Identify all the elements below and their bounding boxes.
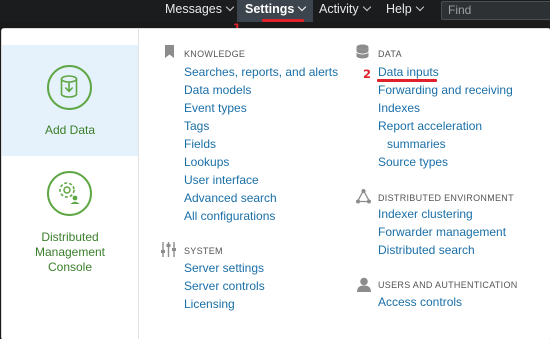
distributed-environment-heading: DISTRIBUTED ENVIRONMENT bbox=[378, 193, 514, 203]
knowledge-heading: KNOWLEDGE bbox=[184, 49, 246, 59]
settings-dropdown-panel: Add Data Distributed Management Console … bbox=[2, 29, 550, 339]
link-searches-reports-alerts[interactable]: Searches, reports, and alerts bbox=[184, 65, 338, 79]
link-forwarding-receiving[interactable]: Forwarding and receiving bbox=[378, 83, 513, 97]
bookmark-icon bbox=[165, 45, 174, 63]
distributed-management-console-tile[interactable]: Distributed Management Console bbox=[2, 156, 138, 296]
dmc-label-line-1: Distributed bbox=[41, 230, 99, 244]
database-icon bbox=[356, 44, 369, 64]
link-indexes[interactable]: Indexes bbox=[378, 101, 420, 115]
users-authentication-heading: USERS AND AUTHENTICATION bbox=[378, 280, 518, 290]
nav-settings-label: Settings bbox=[245, 2, 295, 16]
link-advanced-search[interactable]: Advanced search bbox=[184, 191, 277, 205]
dmc-label: Distributed Management Console bbox=[2, 230, 138, 275]
link-source-types[interactable]: Source types bbox=[378, 155, 448, 169]
step-2-annotation: 2 bbox=[363, 67, 372, 81]
find-placeholder: Find bbox=[448, 3, 472, 17]
link-report-acceleration-summaries[interactable]: summaries bbox=[387, 137, 446, 151]
link-all-configurations[interactable]: All configurations bbox=[184, 209, 275, 223]
find-input[interactable]: Find bbox=[441, 1, 550, 20]
chevron-down-icon bbox=[415, 2, 424, 12]
dmc-label-line-2: Management bbox=[34, 245, 106, 259]
nav-help-label: Help bbox=[386, 2, 412, 16]
link-data-models[interactable]: Data models bbox=[184, 83, 251, 97]
link-server-controls[interactable]: Server controls bbox=[184, 279, 265, 293]
link-distributed-search[interactable]: Distributed search bbox=[378, 243, 475, 257]
chevron-down-icon bbox=[298, 2, 307, 12]
link-data-inputs[interactable]: Data inputs bbox=[378, 65, 439, 79]
left-tile-column: Add Data Distributed Management Console bbox=[2, 29, 139, 339]
data-heading: DATA bbox=[378, 49, 402, 59]
add-data-icon bbox=[47, 65, 92, 110]
chevron-down-icon bbox=[225, 2, 235, 12]
link-licensing[interactable]: Licensing bbox=[184, 297, 235, 311]
link-indexer-clustering[interactable]: Indexer clustering bbox=[378, 207, 473, 221]
link-lookups[interactable]: Lookups bbox=[184, 155, 229, 169]
settings-underline-annotation bbox=[262, 19, 304, 22]
nav-messages[interactable]: Messages bbox=[165, 0, 235, 22]
nav-help[interactable]: Help bbox=[386, 0, 424, 22]
link-forwarder-management[interactable]: Forwarder management bbox=[378, 225, 506, 239]
nav-activity[interactable]: Activity bbox=[319, 0, 371, 22]
link-server-settings[interactable]: Server settings bbox=[184, 261, 264, 275]
system-heading: SYSTEM bbox=[184, 246, 223, 256]
link-user-interface[interactable]: User interface bbox=[184, 173, 259, 187]
link-access-controls[interactable]: Access controls bbox=[378, 295, 462, 309]
dmc-label-line-3: Console bbox=[47, 260, 93, 274]
sliders-icon bbox=[160, 241, 177, 263]
chevron-down-icon bbox=[362, 2, 371, 12]
link-fields[interactable]: Fields bbox=[184, 137, 216, 151]
add-data-label: Add Data bbox=[44, 123, 96, 137]
data-inputs-underline-annotation bbox=[377, 79, 437, 82]
nav-messages-label: Messages bbox=[165, 2, 222, 16]
nav-activity-label: Activity bbox=[319, 2, 359, 16]
link-tags[interactable]: Tags bbox=[184, 119, 209, 133]
distributed-environment-icon bbox=[356, 189, 371, 209]
add-data-tile[interactable]: Add Data bbox=[2, 45, 138, 156]
console-gear-icon bbox=[47, 171, 92, 216]
link-report-acceleration[interactable]: Report acceleration bbox=[378, 119, 482, 133]
user-icon bbox=[357, 277, 371, 297]
link-event-types[interactable]: Event types bbox=[184, 101, 247, 115]
